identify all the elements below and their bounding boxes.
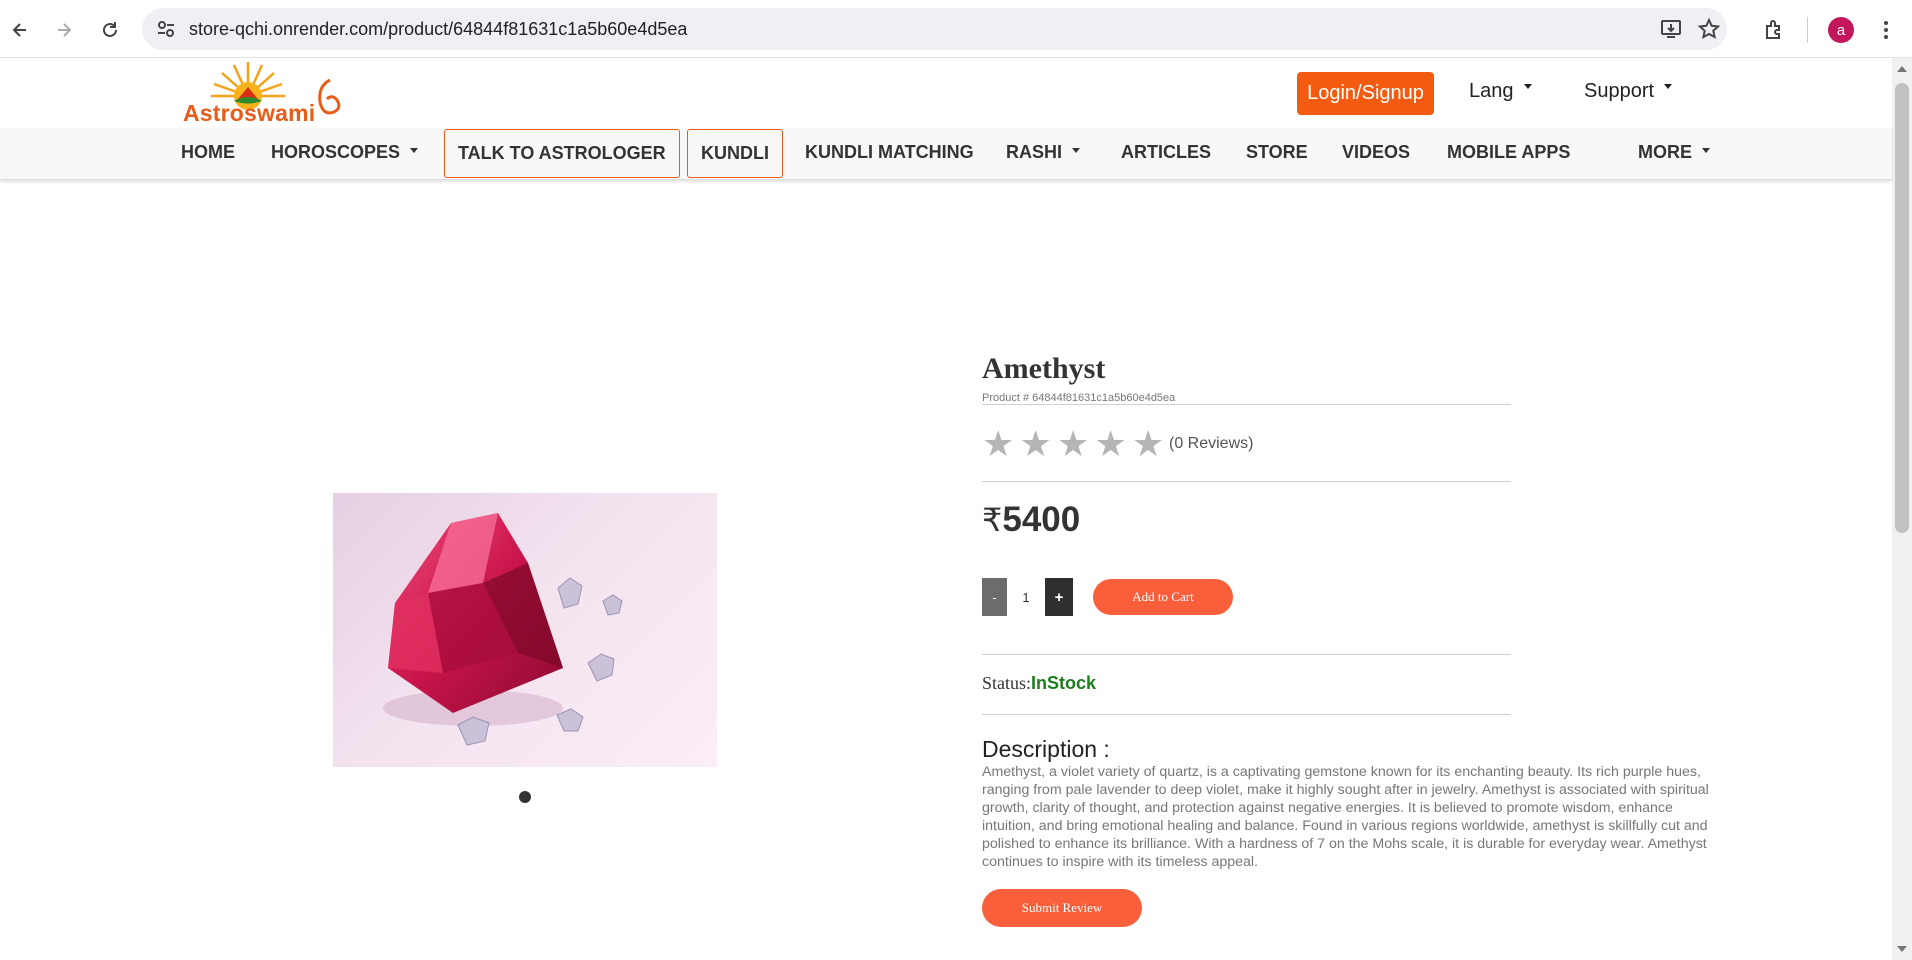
nav-rashi[interactable]: RASHI [1006, 142, 1081, 163]
bookmark-star-icon[interactable] [1697, 17, 1721, 41]
divider [982, 481, 1511, 482]
quantity-field[interactable]: 1 [1007, 578, 1045, 616]
address-bar[interactable]: store-qchi.onrender.com/product/64844f81… [142, 8, 1727, 50]
star-icon: ★ [1094, 423, 1127, 464]
nav-kundli-matching[interactable]: KUNDLI MATCHING [805, 142, 974, 163]
caret-down-icon [410, 147, 419, 153]
star-icon: ★ [1057, 423, 1090, 464]
nav-more-label: MORE [1638, 142, 1692, 162]
support-label: Support [1584, 80, 1655, 102]
price-value: 5400 [1002, 500, 1081, 539]
browser-toolbar: store-qchi.onrender.com/product/64844f81… [0, 0, 1912, 58]
nav-rashi-label: RASHI [1006, 142, 1063, 162]
kebab-menu-icon[interactable] [1868, 12, 1904, 48]
nav-horoscopes-label: HOROSCOPES [271, 142, 401, 162]
nav-kundli[interactable]: KUNDLI [687, 129, 783, 178]
url-text[interactable]: store-qchi.onrender.com/product/64844f81… [189, 19, 687, 40]
reload-icon[interactable] [92, 12, 128, 48]
nav-talk-to-astrologer[interactable]: TALK TO ASTROLOGER [444, 129, 680, 178]
star-icon: ★ [1132, 423, 1165, 464]
caret-down-icon [1072, 147, 1081, 153]
star-icon: ★ [982, 423, 1015, 464]
scroll-thumb[interactable] [1895, 83, 1909, 533]
back-arrow-icon[interactable] [2, 12, 38, 48]
divider [982, 404, 1511, 405]
product-id: Product # 64844f81631c1a5b60e4d5ea [982, 392, 1176, 404]
toolbar-divider [1807, 17, 1808, 43]
add-to-cart-button[interactable]: Add to Cart [1093, 579, 1233, 615]
product-title: Amethyst [982, 352, 1106, 385]
nav-store[interactable]: STORE [1246, 142, 1308, 163]
login-signup-button[interactable]: Login/Signup [1297, 72, 1434, 115]
site-settings-icon[interactable] [154, 17, 178, 41]
install-app-icon[interactable] [1659, 17, 1683, 41]
scroll-up-arrow-icon[interactable] [1897, 66, 1907, 72]
review-count: (0 Reviews) [1169, 435, 1254, 452]
quantity-increase-button[interactable]: + [1045, 578, 1073, 616]
carousel-indicator[interactable] [519, 791, 531, 803]
stock-status: Status:InStock [982, 673, 1096, 694]
status-label: Status: [982, 673, 1032, 693]
submit-review-button[interactable]: Submit Review [982, 889, 1142, 927]
quantity-decrease-button[interactable]: - [982, 578, 1007, 616]
divider [982, 714, 1511, 715]
nav-mobile-apps[interactable]: MOBILE APPS [1447, 142, 1570, 163]
site-header: Astroswami Login/Signup Lang Support [0, 58, 1892, 128]
rating-stars: ★ ★ ★ ★ ★ [982, 424, 1170, 464]
product-price: ₹5400 [982, 500, 1080, 540]
lang-label: Lang [1469, 80, 1514, 102]
main-navigation: HOME HOROSCOPES TALK TO ASTROLOGER KUNDL… [0, 128, 1892, 180]
support-dropdown[interactable]: Support [1584, 80, 1673, 103]
nav-videos[interactable]: VIDEOS [1342, 142, 1410, 163]
forward-arrow-icon[interactable] [46, 12, 82, 48]
nav-home[interactable]: HOME [181, 142, 235, 163]
nav-more[interactable]: MORE [1638, 142, 1710, 163]
scroll-down-arrow-icon[interactable] [1897, 946, 1907, 952]
description-text: Amethyst, a violet variety of quartz, is… [982, 764, 1709, 870]
caret-down-icon [1664, 84, 1673, 90]
star-icon: ★ [1019, 423, 1052, 464]
logo-text: Astroswami [183, 100, 316, 126]
nav-articles[interactable]: ARTICLES [1121, 142, 1211, 163]
currency-symbol: ₹ [982, 502, 1003, 538]
product-image[interactable] [333, 493, 717, 767]
extensions-icon[interactable] [1756, 12, 1792, 48]
page-scrollbar[interactable] [1892, 58, 1912, 960]
divider [982, 654, 1511, 655]
lang-dropdown[interactable]: Lang [1469, 80, 1532, 103]
site-logo[interactable]: Astroswami [180, 58, 350, 128]
nav-horoscopes[interactable]: HOROSCOPES [271, 142, 419, 163]
profile-avatar[interactable]: a [1828, 17, 1854, 43]
caret-down-icon [1702, 147, 1710, 153]
caret-down-icon [1523, 84, 1532, 90]
description-heading: Description : [982, 736, 1110, 762]
status-value: InStock [1031, 673, 1097, 693]
